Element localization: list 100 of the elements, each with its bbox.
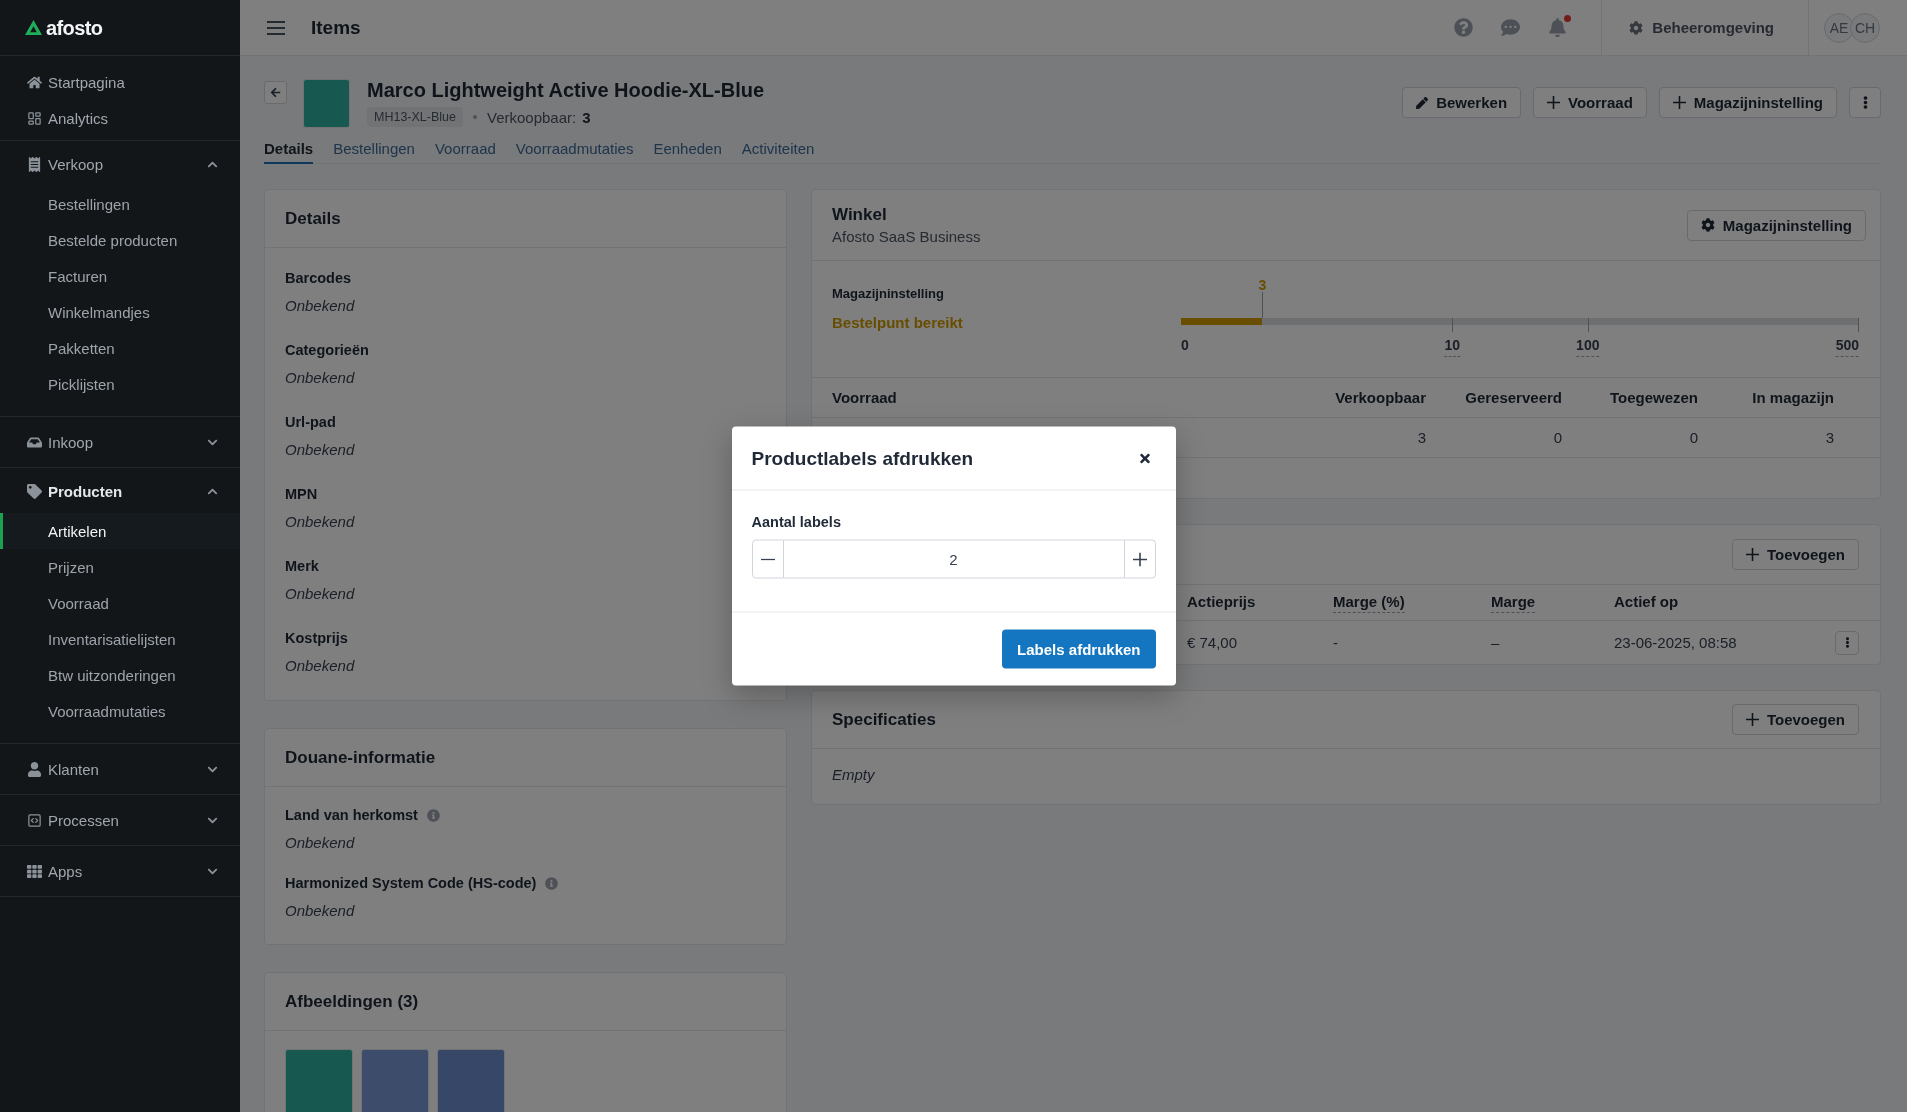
sidebar-item[interactable]: Artikelen (0, 513, 240, 549)
sidebar-group[interactable]: Verkoop (0, 146, 240, 182)
notifications-button[interactable] (1548, 18, 1568, 37)
code-icon (27, 812, 42, 828)
decrement-button[interactable] (751, 539, 784, 579)
sidebar-item[interactable]: Startpagina (0, 64, 240, 100)
quantity-input[interactable]: 2 (783, 539, 1124, 579)
field-label: Merk (285, 557, 319, 576)
field-value: Onbekend (285, 584, 356, 604)
user-icon (27, 761, 42, 777)
photo-placeholder (303, 79, 350, 128)
table-cell-text: 0 (1688, 429, 1698, 446)
plus-icon (1672, 96, 1686, 109)
sidebar-item[interactable]: Voorraad (0, 585, 240, 621)
sidebar-group[interactable]: Klanten (0, 751, 240, 787)
column-header: Marge (%) (1333, 592, 1405, 613)
chat-button[interactable] (1501, 18, 1521, 37)
sidebar-item[interactable]: Pakketten (0, 330, 240, 366)
home-icon (27, 74, 42, 90)
product-title: Marco Lightweight Active Hoodie-XL-Blue (367, 78, 765, 103)
dashboard-icon (27, 110, 42, 126)
tick-label: 0 (1181, 336, 1189, 355)
field-label: Land van herkomst (285, 806, 418, 825)
add-button[interactable]: Magazijninstelling (1658, 87, 1837, 118)
sidebar-group[interactable]: Inkoop (0, 424, 240, 460)
table-cell-text: – (1491, 634, 1501, 651)
column-header: Actief op (1614, 592, 1679, 612)
field-value: Onbekend (285, 833, 356, 853)
tick-mark (1452, 318, 1454, 332)
menu-button[interactable] (267, 20, 285, 35)
add-button[interactable]: Toevoegen (1731, 539, 1859, 570)
column-header: Verkoopbaar (1334, 389, 1426, 406)
column-header: Gereserveerd (1464, 389, 1562, 406)
photo-placeholder[interactable] (437, 1049, 505, 1112)
shop-name: Afosto SaaS Business (832, 228, 981, 245)
sidebar-item[interactable]: Analytics (0, 100, 240, 136)
field-label: Kostprijs (285, 629, 348, 648)
grid-icon (27, 863, 42, 879)
field-label: Categorieën (285, 341, 369, 360)
close-button[interactable] (1137, 451, 1152, 465)
close-icon (1137, 451, 1152, 465)
sidebar-group[interactable]: Producten (0, 473, 240, 509)
sidebar-item[interactable]: Winkelmandjes (0, 294, 240, 330)
sidebar-item[interactable]: Facturen (0, 258, 240, 294)
sidebar-group[interactable]: Processen (0, 802, 240, 838)
table-cell-text: 23-06-2025, 08:58 (1614, 634, 1738, 651)
column-header: Toegewezen (1608, 389, 1698, 406)
increment-button[interactable] (1123, 539, 1156, 579)
card-title: Details (285, 208, 341, 229)
field-label: Url-pad (285, 413, 336, 432)
sidebar-item[interactable]: Btw uitzonderingen (0, 657, 240, 693)
settings-icon (1700, 218, 1715, 232)
sku-badge: MH13-XL-Blue (367, 107, 463, 127)
plus-icon (1745, 713, 1759, 726)
stock-marker-value: 3 (1258, 276, 1267, 294)
more-button[interactable] (1849, 87, 1881, 118)
print-labels-button[interactable]: Labels afdrukken (1002, 629, 1156, 669)
environment-button[interactable]: Beheeromgeving (1601, 0, 1809, 55)
edit-button[interactable]: Bewerken (1402, 87, 1522, 118)
table-cell-text: 3 (1416, 429, 1426, 446)
tick-label: 100 (1576, 336, 1600, 357)
marker-line (1262, 292, 1264, 318)
field-label: MPN (285, 485, 318, 504)
menu-icon (267, 20, 285, 35)
add-button[interactable]: Toevoegen (1731, 704, 1859, 735)
back-arrow-icon (270, 87, 281, 98)
add-button[interactable]: Voorraad (1533, 87, 1647, 118)
bell-icon (1548, 18, 1568, 37)
warehouse-settings-button[interactable]: Magazijninstelling (1686, 209, 1866, 241)
card-title: Winkel (832, 205, 888, 225)
tab[interactable]: Details (264, 139, 314, 164)
logo-text: afosto (46, 17, 103, 38)
help-button[interactable] (1454, 18, 1474, 37)
sidebar-item[interactable]: Bestellingen (0, 186, 240, 222)
sidebar-item[interactable]: Voorraadmutaties (0, 693, 240, 729)
dialog-title: Productlabels afdrukken (751, 447, 974, 469)
column-header: Voorraad (832, 389, 898, 406)
page-title: Items (311, 16, 361, 39)
sellable-value: 3 (582, 108, 591, 126)
sidebar-item[interactable]: Picklijsten (0, 366, 240, 402)
sidebar-item[interactable]: Prijzen (0, 549, 240, 585)
card-title: Afbeeldingen (3) (285, 991, 419, 1012)
column-header: Actieprijs (1187, 592, 1256, 612)
sidebar-item[interactable]: Inventarisatielijsten (0, 621, 240, 657)
table-cell-text: 0 (1552, 429, 1562, 446)
photo-placeholder[interactable] (361, 1049, 429, 1112)
field-label: Harmonized System Code (HS-code) (285, 874, 537, 893)
bullet-icon (473, 115, 477, 119)
table-cell-text: 3 (1824, 429, 1834, 446)
tag-icon (27, 483, 42, 499)
column-header: Marge (1491, 592, 1536, 613)
column-header: In magazijn (1751, 389, 1834, 406)
setting-label: Magazijninstelling (832, 285, 945, 303)
back-button[interactable] (264, 81, 287, 104)
field-value: Onbekend (285, 656, 356, 676)
row-menu-button[interactable] (1835, 630, 1859, 655)
sidebar-item[interactable]: Bestelde producten (0, 222, 240, 258)
sidebar-group[interactable]: Apps (0, 853, 240, 889)
field-value: Onbekend (285, 296, 356, 316)
photo-placeholder[interactable] (285, 1049, 353, 1112)
